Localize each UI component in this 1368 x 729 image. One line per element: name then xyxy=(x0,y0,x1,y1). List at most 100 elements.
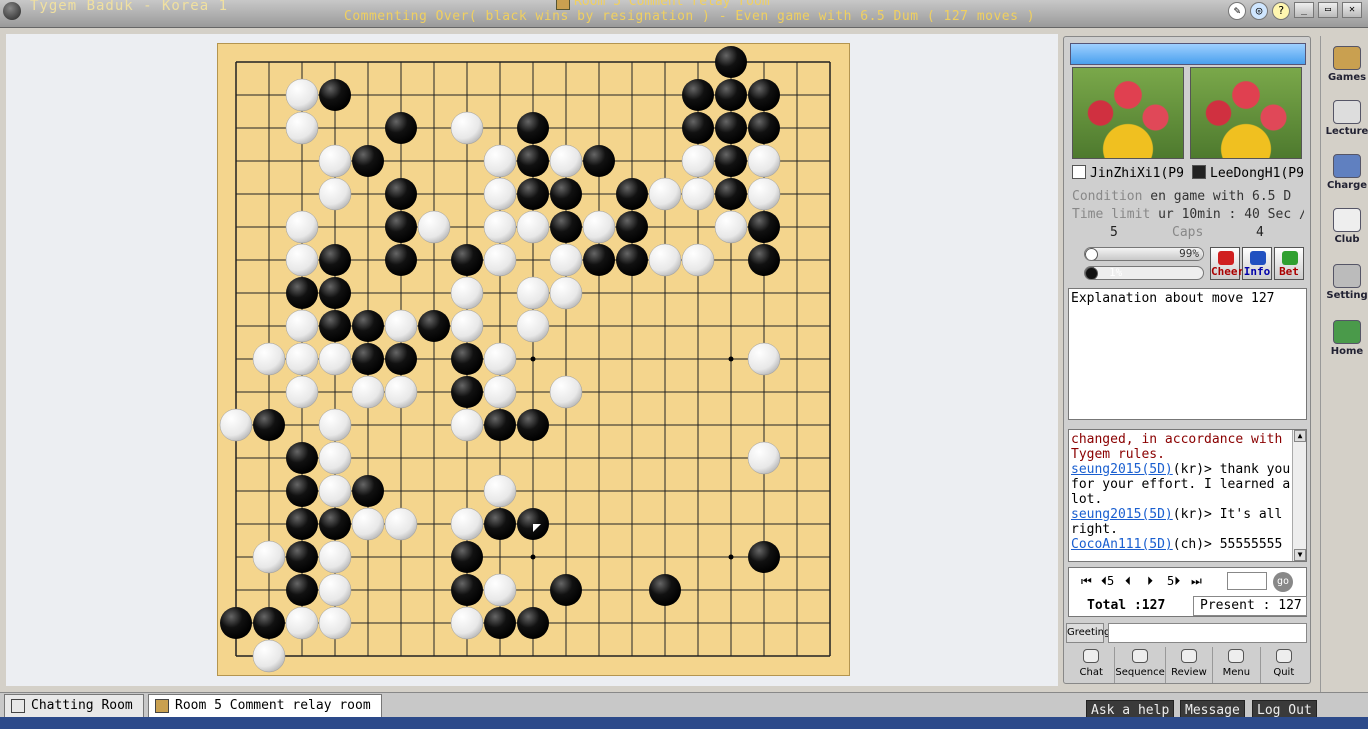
black-stone[interactable] xyxy=(451,376,483,408)
white-stone[interactable] xyxy=(714,210,748,244)
black-stone[interactable] xyxy=(484,508,516,540)
white-stone[interactable] xyxy=(285,342,319,376)
black-stone[interactable] xyxy=(583,244,615,276)
white-stone[interactable] xyxy=(648,243,682,277)
scroll-up-icon[interactable]: ▲ xyxy=(1294,430,1306,442)
black-stone[interactable] xyxy=(385,343,417,375)
chat-username-link[interactable]: seung2015(5D) xyxy=(1071,462,1173,477)
white-stone[interactable] xyxy=(252,342,286,376)
black-stone[interactable] xyxy=(616,211,648,243)
games-button[interactable]: Games xyxy=(1325,44,1368,84)
first-move-button[interactable]: ⏮ xyxy=(1081,574,1092,589)
white-stone[interactable] xyxy=(285,210,319,244)
white-stone[interactable] xyxy=(318,342,352,376)
scroll-down-icon[interactable]: ▼ xyxy=(1294,549,1306,561)
black-stone[interactable] xyxy=(748,244,780,276)
white-stone[interactable] xyxy=(747,177,781,211)
black-stone[interactable] xyxy=(253,409,285,441)
black-stone[interactable] xyxy=(286,508,318,540)
black-stone[interactable] xyxy=(517,112,549,144)
chat-scrollbar[interactable]: ▲ ▼ xyxy=(1292,430,1306,561)
search-icon[interactable]: ◎ xyxy=(1250,2,1268,20)
white-stone[interactable] xyxy=(648,177,682,211)
palette-icon[interactable]: ✎ xyxy=(1228,2,1246,20)
black-stone[interactable] xyxy=(715,79,747,111)
black-stone[interactable] xyxy=(286,574,318,606)
white-stone[interactable] xyxy=(285,375,319,409)
white-stone[interactable] xyxy=(318,144,352,178)
white-stone[interactable] xyxy=(483,375,517,409)
white-stone[interactable] xyxy=(681,144,715,178)
white-stone[interactable] xyxy=(285,78,319,112)
chat-tool-button[interactable]: Chat xyxy=(1068,647,1116,683)
white-stone[interactable] xyxy=(516,276,550,310)
white-stone[interactable] xyxy=(483,573,517,607)
setting-button[interactable]: Setting xyxy=(1325,262,1368,302)
white-stone[interactable] xyxy=(483,144,517,178)
black-stone[interactable] xyxy=(385,112,417,144)
white-stone[interactable] xyxy=(252,540,286,574)
white-stone[interactable] xyxy=(285,243,319,277)
black-stone[interactable] xyxy=(451,343,483,375)
black-stone[interactable] xyxy=(451,541,483,573)
tab-chatting-room[interactable]: Chatting Room xyxy=(4,694,144,718)
tab-room-5[interactable]: Room 5 Comment relay room xyxy=(148,694,382,718)
go-button[interactable]: go xyxy=(1273,572,1293,592)
white-stone[interactable] xyxy=(285,606,319,640)
black-stone[interactable] xyxy=(748,112,780,144)
black-stone[interactable] xyxy=(451,244,483,276)
white-stone[interactable] xyxy=(483,210,517,244)
black-stone[interactable] xyxy=(319,508,351,540)
black-stone[interactable] xyxy=(616,244,648,276)
greeting-button[interactable]: Greeting xyxy=(1066,623,1110,643)
quit-tool-button[interactable]: Quit xyxy=(1261,647,1307,683)
menu-tool-button[interactable]: Menu xyxy=(1213,647,1261,683)
black-stone[interactable] xyxy=(385,211,417,243)
black-stone[interactable] xyxy=(748,541,780,573)
white-stone[interactable] xyxy=(516,309,550,343)
goto-move-input[interactable] xyxy=(1227,572,1267,590)
white-stone[interactable] xyxy=(417,210,451,244)
review-tool-button[interactable]: Review xyxy=(1166,647,1214,683)
black-stone[interactable] xyxy=(748,211,780,243)
forward-5-button[interactable]: 5⏵ xyxy=(1167,574,1180,589)
white-stone[interactable] xyxy=(747,441,781,475)
black-stone[interactable] xyxy=(517,178,549,210)
black-stone[interactable] xyxy=(616,178,648,210)
black-stone[interactable] xyxy=(715,112,747,144)
black-stone[interactable] xyxy=(649,574,681,606)
black-stone[interactable] xyxy=(286,442,318,474)
black-stone[interactable] xyxy=(286,277,318,309)
black-stone[interactable] xyxy=(286,475,318,507)
white-stone[interactable] xyxy=(318,408,352,442)
black-stone[interactable] xyxy=(583,145,615,177)
white-stone[interactable] xyxy=(450,507,484,541)
prev-move-button[interactable]: ⏴ xyxy=(1125,574,1131,589)
black-stone[interactable] xyxy=(550,178,582,210)
white-stone[interactable] xyxy=(483,243,517,277)
white-stone[interactable] xyxy=(450,111,484,145)
black-stone[interactable] xyxy=(517,607,549,639)
black-stone[interactable] xyxy=(484,409,516,441)
white-stone[interactable] xyxy=(549,276,583,310)
chat-username-link[interactable]: CocoAn111(5D) xyxy=(1071,537,1173,552)
white-stone[interactable] xyxy=(219,408,253,442)
close-button[interactable]: ✕ xyxy=(1342,2,1362,18)
black-stone[interactable] xyxy=(418,310,450,342)
white-stone[interactable] xyxy=(252,639,286,673)
white-stone[interactable] xyxy=(351,507,385,541)
black-stone[interactable] xyxy=(682,112,714,144)
white-stone[interactable] xyxy=(351,375,385,409)
white-stone[interactable] xyxy=(681,243,715,277)
club-button[interactable]: Club xyxy=(1325,206,1368,246)
go-board[interactable] xyxy=(217,43,850,676)
info-button[interactable]: Info xyxy=(1242,247,1272,280)
black-stone[interactable] xyxy=(517,409,549,441)
white-stone[interactable] xyxy=(450,606,484,640)
black-stone[interactable] xyxy=(352,310,384,342)
black-stone[interactable] xyxy=(517,145,549,177)
white-stone[interactable] xyxy=(318,177,352,211)
white-stone[interactable] xyxy=(318,441,352,475)
black-stone[interactable] xyxy=(319,79,351,111)
chat-log[interactable]: changed, in accordance with Tygem rules.… xyxy=(1068,429,1307,562)
